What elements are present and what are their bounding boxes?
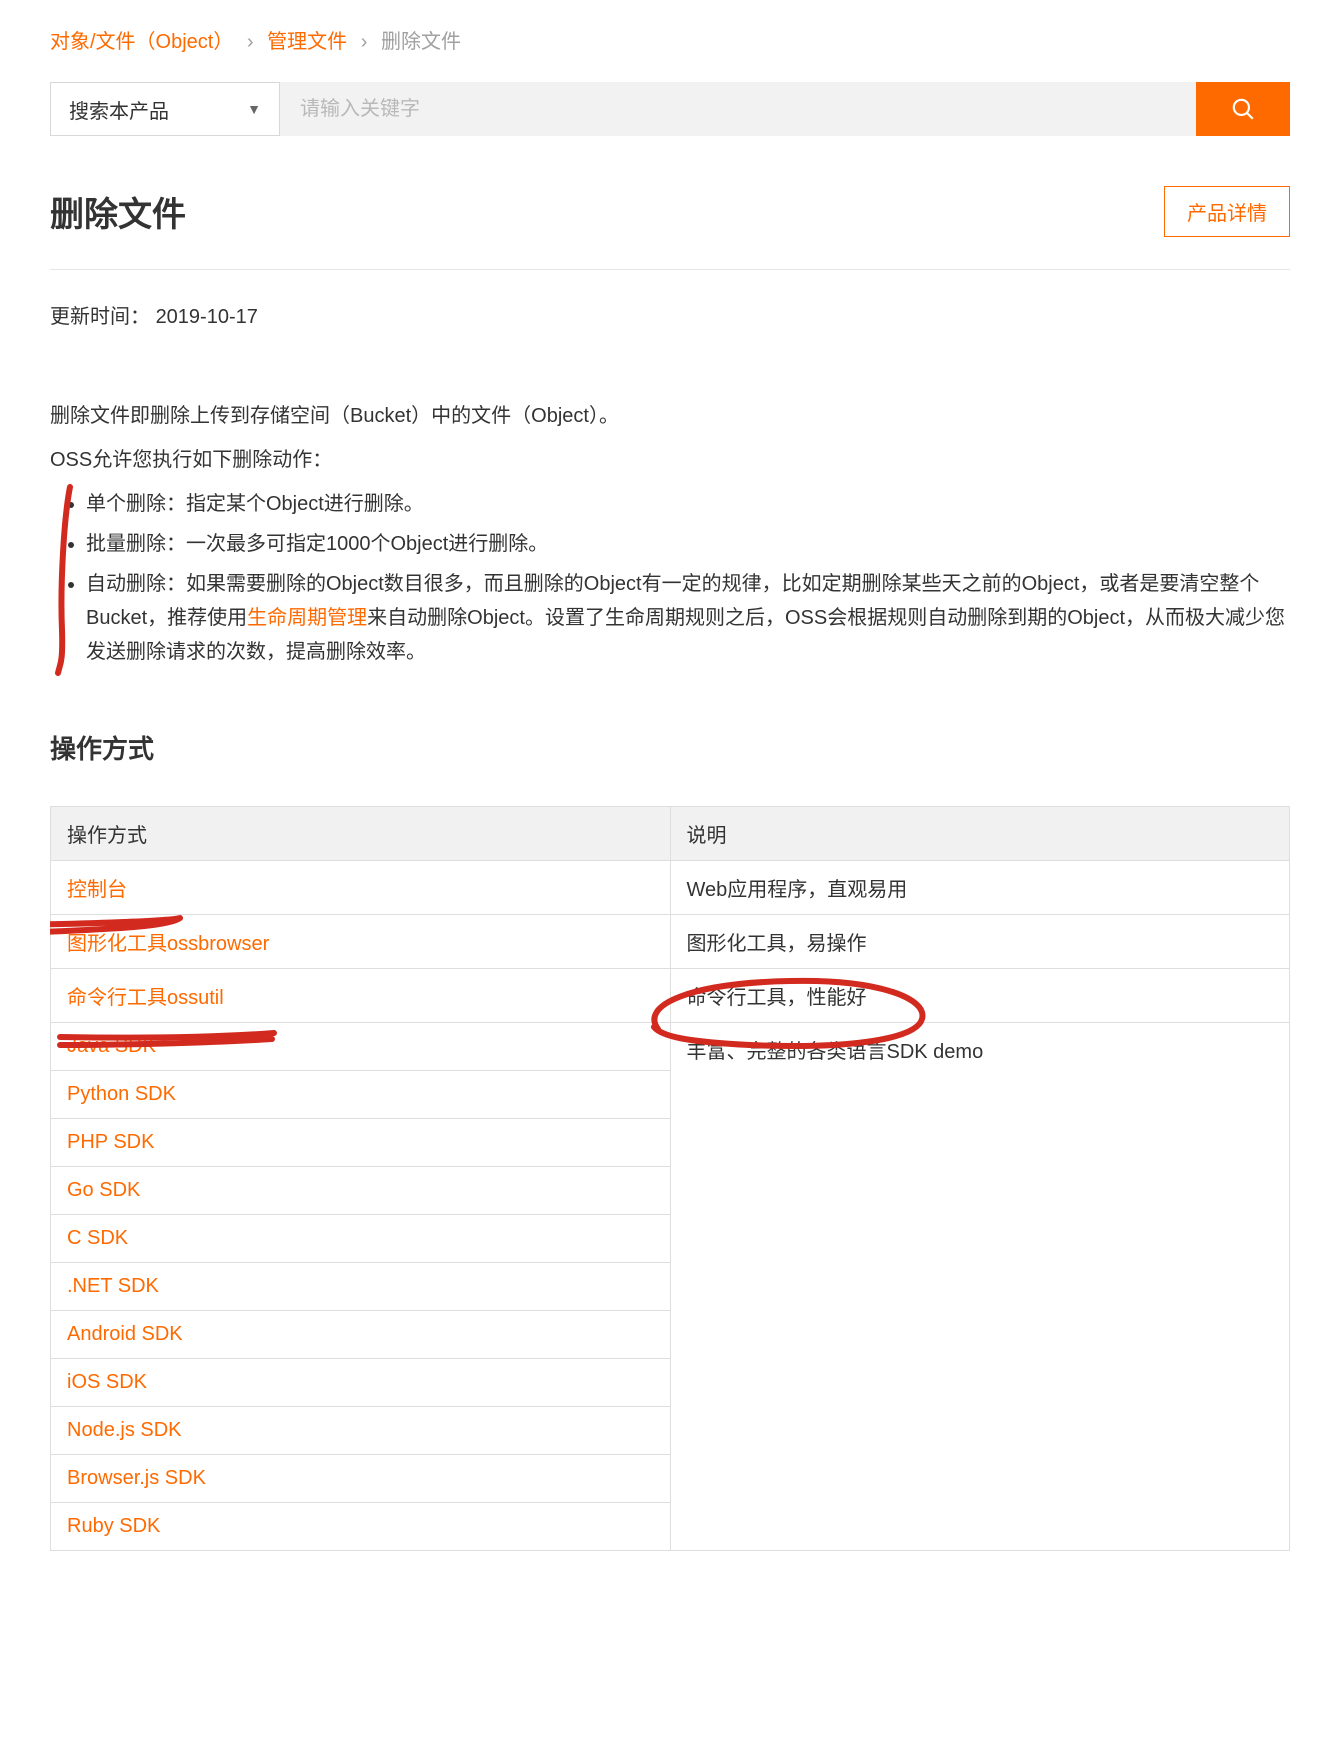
list-item: 批量删除：一次最多可指定1000个Object进行删除。 [86,527,1290,561]
chevron-right-icon: › [247,31,254,53]
breadcrumb: 对象/文件（Object） › 管理文件 › 删除文件 [50,25,1290,54]
intro-paragraph-1: 删除文件即删除上传到存储空间（Bucket）中的文件（Object）。 [50,399,1290,433]
search-bar: 搜索本产品 ▼ [50,82,1290,136]
method-link[interactable]: iOS SDK [67,1371,147,1393]
divider [50,269,1290,270]
table-row: 命令行工具ossutil 命令行工具，性能好 [51,969,1290,1023]
chevron-down-icon: ▼ [247,101,261,117]
method-link[interactable]: Go SDK [67,1179,140,1201]
search-icon [1230,96,1256,122]
method-link[interactable]: Browser.js SDK [67,1467,206,1489]
lifecycle-link[interactable]: 生命周期管理 [247,607,367,629]
method-link[interactable]: 图形化工具ossbrowser [67,933,269,955]
search-scope-select[interactable]: 搜索本产品 ▼ [50,82,280,136]
method-link[interactable]: Java SDK [67,1035,156,1057]
method-link[interactable]: Node.js SDK [67,1419,182,1441]
table-row: Java SDK 丰富、完整的各类语言SDK demo [51,1023,1290,1071]
method-link[interactable]: .NET SDK [67,1275,159,1297]
breadcrumb-current: 删除文件 [381,31,461,53]
table-row: 控制台 Web应用程序，直观易用 [51,861,1290,915]
table-header-desc: 说明 [670,807,1290,861]
update-time: 更新时间： 2019-10-17 [50,300,1290,329]
method-link[interactable]: PHP SDK [67,1131,154,1153]
operation-table: 操作方式 说明 控制台 Web应用程序，直观易用 图形化工具ossbrowser… [50,806,1290,1551]
method-link[interactable]: 命令行工具ossutil [67,987,224,1009]
list-item: 单个删除：指定某个Object进行删除。 [86,487,1290,521]
breadcrumb-root[interactable]: 对象/文件（Object） [50,31,233,53]
search-input[interactable] [280,82,1196,136]
section-title: 操作方式 [50,729,1290,766]
intro-paragraph-2: OSS允许您执行如下删除动作： [50,443,1290,477]
title-row: 删除文件 产品详情 [50,186,1290,237]
search-scope-label: 搜索本产品 [69,95,169,124]
list-item: 自动删除：如果需要删除的Object数目很多，而且删除的Object有一定的规律… [86,567,1290,669]
method-desc: 命令行工具，性能好 [670,969,1290,1023]
method-link[interactable]: C SDK [67,1227,128,1249]
method-link[interactable]: 控制台 [67,879,127,901]
page-title: 删除文件 [50,187,186,236]
method-desc: 图形化工具，易操作 [670,915,1290,969]
method-desc: 丰富、完整的各类语言SDK demo [670,1023,1290,1551]
method-link[interactable]: Ruby SDK [67,1515,160,1537]
method-desc: Web应用程序，直观易用 [670,861,1290,915]
breadcrumb-mid[interactable]: 管理文件 [267,31,347,53]
delete-modes-list: 单个删除：指定某个Object进行删除。 批量删除：一次最多可指定1000个Ob… [50,487,1290,669]
search-button[interactable] [1196,82,1290,136]
update-value: 2019-10-17 [156,306,258,328]
method-link[interactable]: Android SDK [67,1323,183,1345]
page-wrap: 对象/文件（Object） › 管理文件 › 删除文件 搜索本产品 ▼ 删除文件… [50,25,1290,1551]
product-detail-button[interactable]: 产品详情 [1164,186,1290,237]
table-row: 图形化工具ossbrowser 图形化工具，易操作 [51,915,1290,969]
update-label: 更新时间： [50,306,150,328]
chevron-right-icon: › [361,31,368,53]
method-link[interactable]: Python SDK [67,1083,176,1105]
table-header-method: 操作方式 [51,807,671,861]
